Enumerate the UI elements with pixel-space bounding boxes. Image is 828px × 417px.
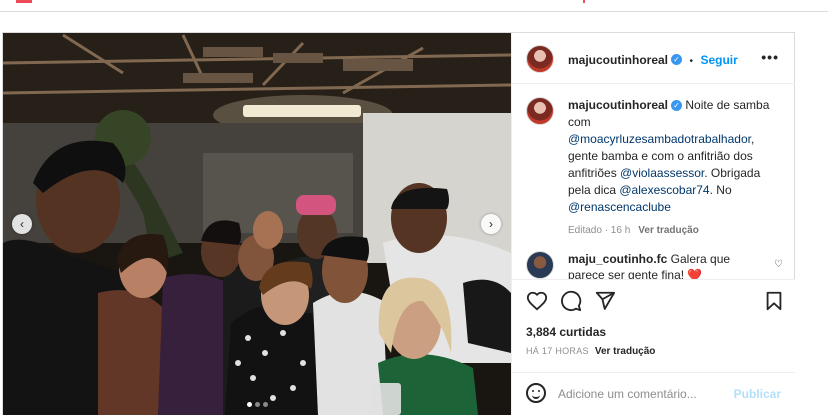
caption-mention-link[interactable]: @moacyrluzesambadotrabalhador	[568, 132, 751, 146]
post-time-row: HÁ 17 HORAS Ver tradução	[526, 346, 655, 357]
post-caption: majucoutinhoreal ✓ Noite de samba com @mo…	[568, 97, 778, 239]
caption-mention-link[interactable]: @renascencaclube	[568, 200, 671, 214]
top-bar-accent	[583, 0, 585, 3]
post-header-info: majucoutinhoreal ✓ • Seguir	[568, 51, 738, 69]
carousel-dot	[255, 402, 260, 407]
chevron-left-icon: ‹	[20, 217, 24, 231]
post-modal: ‹ › majucoutinhoreal ✓ • Seguir ••• majuc…	[2, 32, 795, 416]
save-bookmark-icon[interactable]	[764, 290, 784, 312]
caption-text-segment: . No	[709, 183, 732, 197]
comment-username[interactable]: maju_coutinho.fc	[568, 252, 667, 266]
see-translation-link[interactable]: Ver tradução	[638, 225, 699, 236]
carousel-dot	[263, 402, 268, 407]
add-comment-bar: Adicione um comentário... Publicar	[512, 372, 795, 417]
top-bar	[0, 0, 828, 12]
post-photo[interactable]: ‹ ›	[3, 33, 511, 415]
post-see-translation-link[interactable]: Ver tradução	[595, 346, 656, 357]
like-heart-icon[interactable]	[526, 290, 548, 312]
carousel-dot	[247, 402, 252, 407]
verified-badge-icon: ✓	[671, 100, 683, 112]
share-send-icon[interactable]	[594, 290, 616, 312]
caption-mention-link[interactable]: @violaassessor	[620, 166, 704, 180]
caption-text: Noite de samba com @moacyrluzesambadotra…	[568, 98, 769, 214]
separator-dot: •	[689, 56, 693, 67]
top-bar-accent	[16, 0, 32, 3]
avatar[interactable]	[526, 45, 554, 73]
avatar[interactable]	[526, 251, 554, 279]
verified-badge-icon: ✓	[671, 54, 683, 66]
group-photo-illustration	[3, 33, 511, 415]
chevron-right-icon: ›	[489, 217, 493, 231]
post-timestamp: HÁ 17 HORAS	[526, 346, 589, 356]
carousel-next-button[interactable]: ›	[481, 214, 501, 234]
carousel-prev-button[interactable]: ‹	[12, 214, 32, 234]
publish-button[interactable]: Publicar	[734, 387, 781, 401]
carousel-indicators	[247, 402, 268, 407]
post-sidebar: majucoutinhoreal ✓ • Seguir ••• majucouti…	[511, 33, 795, 416]
avatar[interactable]	[526, 97, 554, 125]
comment: maju_coutinho.fc Galera que parece ser g…	[568, 251, 768, 281]
caption-mention-link[interactable]: @alexescobar74	[619, 183, 709, 197]
comment-bubble-icon[interactable]	[560, 290, 582, 312]
comment-input[interactable]: Adicione um comentário...	[558, 387, 697, 401]
post-actions: 3,884 curtidas HÁ 17 HORAS Ver tradução A…	[512, 279, 795, 416]
author-username[interactable]: majucoutinhoreal	[568, 53, 668, 67]
edited-timestamp: Editado · 16 h	[568, 225, 631, 236]
caption-meta: Editado · 16 h Ver tradução	[568, 222, 778, 239]
emoji-icon[interactable]	[526, 383, 546, 403]
post-header: majucoutinhoreal ✓ • Seguir •••	[512, 33, 795, 84]
likes-count[interactable]: 3,884 curtidas	[526, 325, 606, 339]
follow-button[interactable]: Seguir	[700, 53, 737, 67]
caption-username[interactable]: majucoutinhoreal	[568, 98, 668, 112]
like-comment-heart-icon[interactable]: ♡	[774, 259, 783, 270]
more-options-icon[interactable]: •••	[761, 49, 779, 65]
